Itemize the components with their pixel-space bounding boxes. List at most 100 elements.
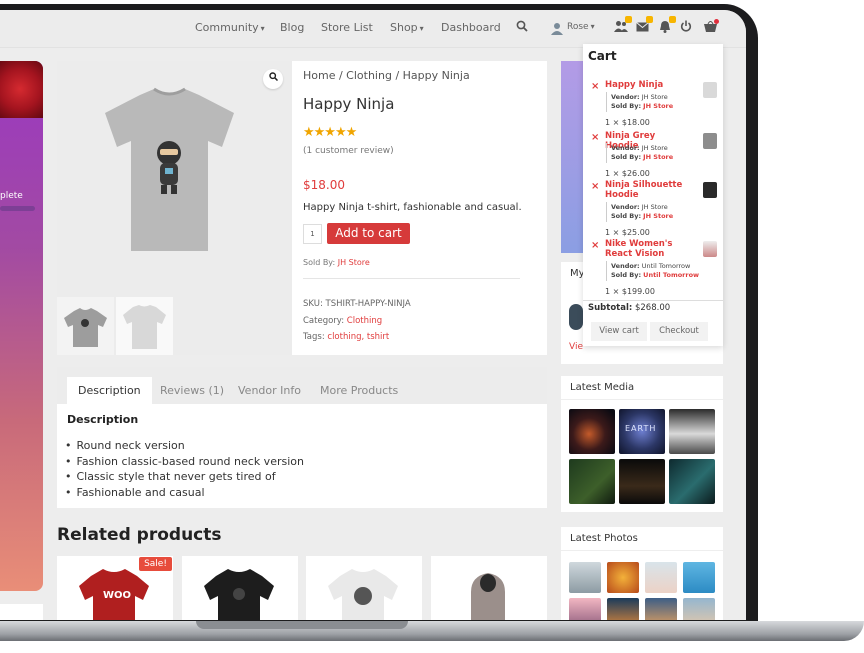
media-thumb[interactable]: EARTH (619, 409, 665, 454)
divider (606, 202, 607, 222)
cart-item-thumb[interactable] (703, 182, 717, 198)
photo-thumb[interactable] (683, 598, 715, 620)
nav-community[interactable]: Community ▾ (195, 21, 265, 34)
svg-text:WOO: WOO (103, 590, 131, 601)
tags-link[interactable]: clothing, tshirt (327, 332, 389, 342)
tab-description[interactable]: Description (67, 377, 152, 404)
review-link[interactable]: (1 customer review) (303, 146, 394, 156)
cart-dropdown: Cart × Happy Ninja Vendor: JH Store Sold… (583, 44, 723, 346)
product-gallery (57, 61, 292, 355)
tab-reviews[interactable]: Reviews (1) (149, 377, 235, 404)
add-to-cart-button[interactable]: Add to cart (327, 223, 410, 244)
remove-item-icon[interactable]: × (591, 240, 599, 251)
power-icon[interactable] (677, 20, 695, 38)
search-icon[interactable] (513, 20, 531, 38)
bell-icon[interactable] (656, 16, 676, 38)
category: Category: Clothing (303, 316, 383, 326)
cart-title: Cart (588, 49, 617, 63)
related-product[interactable] (306, 556, 422, 620)
cart-item-vendor: Vendor: JH Store (611, 93, 668, 101)
sold-by: Sold By: JH Store (303, 258, 370, 267)
remove-item-icon[interactable]: × (591, 81, 599, 92)
latest-photos-widget: Latest Photos (561, 527, 723, 620)
cart-item-vendor: Vendor: Until Tomorrow (611, 262, 691, 270)
chevron-down-icon: ▾ (590, 22, 595, 31)
category-link[interactable]: Clothing (347, 316, 382, 326)
progress-bar (0, 206, 35, 211)
laptop-notch (196, 621, 408, 629)
cart-item-qty: 1 × $25.00 (605, 228, 650, 237)
cart-item-soldby: Sold By: JH Store (611, 102, 674, 110)
media-thumb[interactable] (569, 409, 615, 454)
sidebar-gradient (561, 61, 583, 253)
photo-thumb[interactable] (607, 598, 639, 620)
related-heading: Related products (57, 525, 222, 545)
divider (606, 261, 607, 281)
view-link[interactable]: Vie (569, 342, 583, 352)
photo-thumb[interactable] (645, 562, 677, 593)
gallery-thumb[interactable] (116, 297, 173, 355)
media-thumb[interactable] (569, 459, 615, 504)
product-title: Happy Ninja (303, 95, 395, 113)
cart-item-name[interactable]: Nike Women's React Vision (605, 239, 690, 259)
cart-item-soldby: Sold By: JH Store (611, 212, 674, 220)
cart-item-thumb[interactable] (703, 241, 717, 257)
cart-item-thumb[interactable] (703, 133, 717, 149)
latest-media-widget: Latest Media EARTH (561, 376, 723, 512)
nav-shop[interactable]: Shop ▾ (390, 21, 424, 34)
star-rating: ★★★★★ (303, 125, 357, 140)
widget-title: Latest Photos (570, 533, 638, 544)
divider (606, 143, 607, 163)
gallery-thumb[interactable] (57, 297, 114, 355)
related-product[interactable] (431, 556, 547, 620)
cart-item-qty: 1 × $18.00 (605, 118, 650, 127)
media-caption: EARTH (625, 424, 657, 433)
photo-thumb[interactable] (569, 562, 601, 593)
cart-icon[interactable] (701, 19, 719, 38)
cart-item-vendor: Vendor: JH Store (611, 203, 668, 211)
product-summary: Home / Clothing / Happy Ninja Happy Ninj… (292, 61, 547, 355)
avatar[interactable] (569, 304, 583, 330)
view-cart-button[interactable]: View cart (591, 322, 647, 341)
related-product[interactable] (182, 556, 298, 620)
left-card-bottom (0, 604, 43, 620)
product-image[interactable] (102, 85, 237, 255)
remove-item-icon[interactable]: × (591, 181, 599, 192)
cart-item-qty: 1 × $199.00 (605, 287, 655, 296)
cart-item-name[interactable]: Happy Ninja (605, 80, 690, 91)
left-profile-card: plete (0, 61, 43, 591)
message-icon[interactable] (633, 16, 653, 38)
left-partial-text: plete (0, 191, 23, 201)
vendor-link[interactable]: JH Store (338, 258, 370, 267)
cart-dot (714, 19, 719, 24)
photo-thumb[interactable] (569, 598, 601, 620)
product-price: $18.00 (303, 178, 345, 192)
nav-user[interactable]: Rose ▾ (567, 22, 595, 32)
cart-subtotal: Subtotal: $268.00 (588, 303, 671, 313)
tab-vendor-info[interactable]: Vendor Info (227, 377, 312, 404)
divider (561, 550, 723, 551)
nav-dashboard[interactable]: Dashboard (441, 21, 501, 34)
media-thumb[interactable] (669, 409, 715, 454)
media-thumb[interactable] (619, 459, 665, 504)
breadcrumb[interactable]: Home / Clothing / Happy Ninja (303, 69, 470, 82)
cart-item-thumb[interactable] (703, 82, 717, 98)
photo-thumb[interactable] (683, 562, 715, 593)
quantity-input[interactable]: 1 (303, 224, 322, 244)
photo-thumb[interactable] (607, 562, 639, 593)
description-heading: Description (67, 413, 139, 426)
nav-store-list[interactable]: Store List (321, 21, 373, 34)
avatar[interactable] (548, 20, 566, 38)
checkout-button[interactable]: Checkout (650, 322, 708, 341)
zoom-icon[interactable] (263, 69, 283, 89)
notification-badge (625, 16, 632, 23)
nav-blog[interactable]: Blog (280, 21, 304, 34)
cart-item-name[interactable]: Ninja Silhouette Hoodie (605, 180, 690, 200)
remove-item-icon[interactable]: × (591, 132, 599, 143)
tab-more-products[interactable]: More Products (309, 377, 409, 404)
friends-icon[interactable] (612, 16, 632, 38)
short-description: Happy Ninja t-shirt, fashionable and cas… (303, 202, 522, 213)
photo-thumb[interactable] (645, 598, 677, 620)
sku: SKU: TSHIRT-HAPPY-NINJA (303, 299, 411, 309)
media-thumb[interactable] (669, 459, 715, 504)
